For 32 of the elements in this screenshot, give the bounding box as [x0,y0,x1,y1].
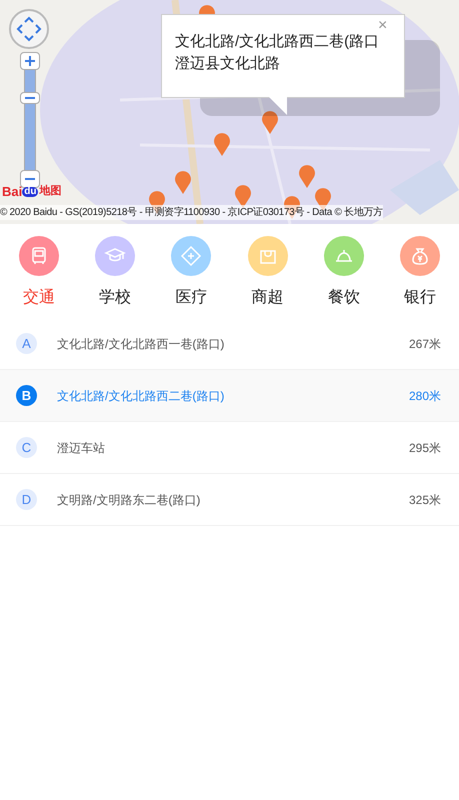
place-name: 澄迈车站 [57,440,106,456]
place-name: 文化北路/文化北路西二巷(路口) [57,388,226,404]
popup-pointer [269,97,287,115]
distance-text: 325米 [408,492,441,508]
zoom-handle[interactable] [20,92,40,104]
plus-icon [25,56,35,66]
category-tab[interactable]: 学校 [80,236,150,310]
letter-marker: B [16,385,37,406]
distance-text: 280米 [408,388,441,404]
distance-text: 267米 [408,336,441,352]
letter-marker: D [16,489,37,510]
category-tab[interactable]: 医疗 [156,236,226,310]
minus-icon [25,177,35,181]
popup-title: 文化北路/文化北路西二巷(路口 [175,32,380,52]
copyright-text: © 2020 Baidu - GS(2019)5218号 - 甲测资字1100930 - 京ICP证030173号 - Data © 长地万方 [0,205,383,220]
category-tab[interactable]: 银行 [384,236,455,310]
minus-icon [25,96,35,100]
arrows-icon [16,16,42,42]
category-tab[interactable]: 交通 [4,236,74,310]
popup-address: 澄迈县文化北路 [175,54,281,74]
letter-marker: A [16,333,37,354]
place-row[interactable]: B 文化北路/文化北路西二巷(路口) 280米 [0,370,459,422]
map-logo: Bai du 地图 [2,185,62,198]
place-name: 文明路/文明路东二巷(路口) [57,492,202,508]
place-name: 文化北路/文化北路西一巷(路口) [57,336,226,352]
category-tab[interactable]: 餐饮 [308,236,379,310]
distance-text: 295米 [408,440,441,456]
letter-marker: C [16,437,37,458]
zoom-in-button[interactable] [20,52,40,70]
zoom-out-button[interactable] [20,170,40,188]
category-tab[interactable]: 商超 [232,236,303,310]
medical-icon [179,244,204,268]
